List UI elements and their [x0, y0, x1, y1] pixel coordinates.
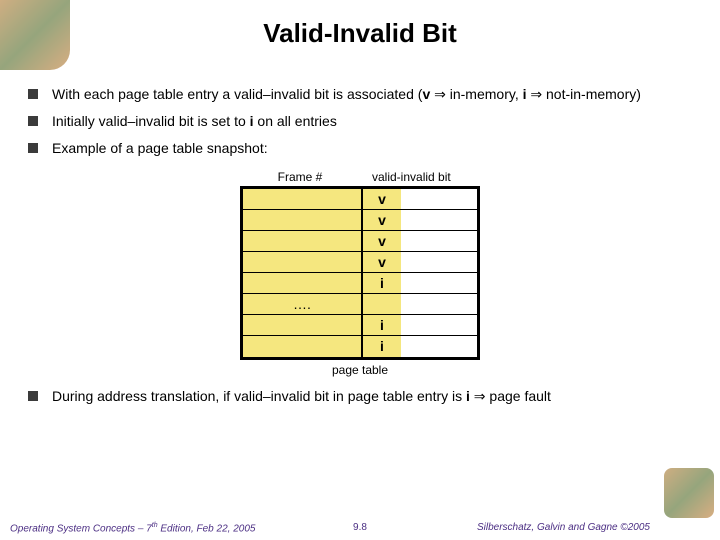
- footer: Operating System Concepts – 7th Edition,…: [0, 522, 720, 534]
- bullet-2-text: Initially valid–invalid bit is set to i …: [52, 112, 337, 131]
- bullet-2: Initially valid–invalid bit is set to i …: [28, 112, 692, 131]
- t: Edition, Feb 22, 2005: [158, 523, 256, 534]
- bullet-1-text: With each page table entry a valid–inval…: [52, 85, 641, 104]
- bullet-3: Example of a page table snapshot:: [28, 139, 692, 158]
- page-table-diagram: Frame # valid-invalid bit v v v v i …. i…: [240, 170, 480, 377]
- t: not-in-memory): [546, 86, 641, 102]
- bullet-4: During address translation, if valid–inv…: [28, 387, 692, 406]
- slide-content: With each page table entry a valid–inval…: [28, 85, 692, 406]
- arrow-1: ⇒: [430, 86, 450, 102]
- frame-cell: [243, 210, 363, 230]
- table-row: i: [243, 315, 477, 336]
- table-headers: Frame # valid-invalid bit: [240, 170, 480, 184]
- bullet-icon: [28, 116, 38, 126]
- table-row-ellipsis: ….: [243, 294, 477, 315]
- bit-cell: i: [363, 315, 401, 335]
- t: page fault: [489, 388, 551, 404]
- bit-cell: v: [363, 231, 401, 251]
- frame-cell: [243, 189, 363, 209]
- bullet-icon: [28, 391, 38, 401]
- bullet-icon: [28, 143, 38, 153]
- table-row: v: [243, 210, 477, 231]
- table-caption: page table: [240, 363, 480, 377]
- header-frame: Frame #: [240, 170, 360, 184]
- dino-image-bottom: [664, 468, 714, 518]
- footer-right: Silberschatz, Galvin and Gagne ©2005: [477, 522, 710, 533]
- bit-cell: [363, 294, 401, 314]
- page-table: v v v v i …. i i: [240, 186, 480, 360]
- arrow-3: ⇒: [470, 388, 490, 404]
- frame-cell: [243, 315, 363, 335]
- table-row: v: [243, 189, 477, 210]
- dino-image-top: [0, 0, 70, 70]
- footer-page-num: 9.8: [353, 522, 367, 533]
- table-row: v: [243, 231, 477, 252]
- ellipsis-cell: ….: [243, 294, 363, 314]
- t: Operating System Concepts – 7: [10, 523, 152, 534]
- arrow-2: ⇒: [527, 86, 547, 102]
- bit-cell: i: [363, 336, 401, 357]
- frame-cell: [243, 252, 363, 272]
- footer-left: Operating System Concepts – 7th Edition,…: [10, 522, 255, 534]
- t: Initially valid–invalid bit is set to: [52, 113, 250, 129]
- bit-cell: i: [363, 273, 401, 293]
- frame-cell: [243, 273, 363, 293]
- bit-cell: v: [363, 189, 401, 209]
- t: in-memory,: [450, 86, 523, 102]
- bullet-icon: [28, 89, 38, 99]
- bullet-3-text: Example of a page table snapshot:: [52, 139, 268, 158]
- frame-cell: [243, 231, 363, 251]
- bit-cell: v: [363, 252, 401, 272]
- frame-cell: [243, 336, 363, 357]
- t: With each page table entry a valid–inval…: [52, 86, 422, 102]
- bullet-1: With each page table entry a valid–inval…: [28, 85, 692, 104]
- table-row: i: [243, 273, 477, 294]
- table-row: i: [243, 336, 477, 357]
- slide-title: Valid-Invalid Bit: [0, 0, 720, 49]
- header-valid: valid-invalid bit: [360, 170, 480, 184]
- t: on all entries: [254, 113, 337, 129]
- bit-cell: v: [363, 210, 401, 230]
- table-row: v: [243, 252, 477, 273]
- t: During address translation, if valid–inv…: [52, 388, 466, 404]
- bullet-4-text: During address translation, if valid–inv…: [52, 387, 551, 406]
